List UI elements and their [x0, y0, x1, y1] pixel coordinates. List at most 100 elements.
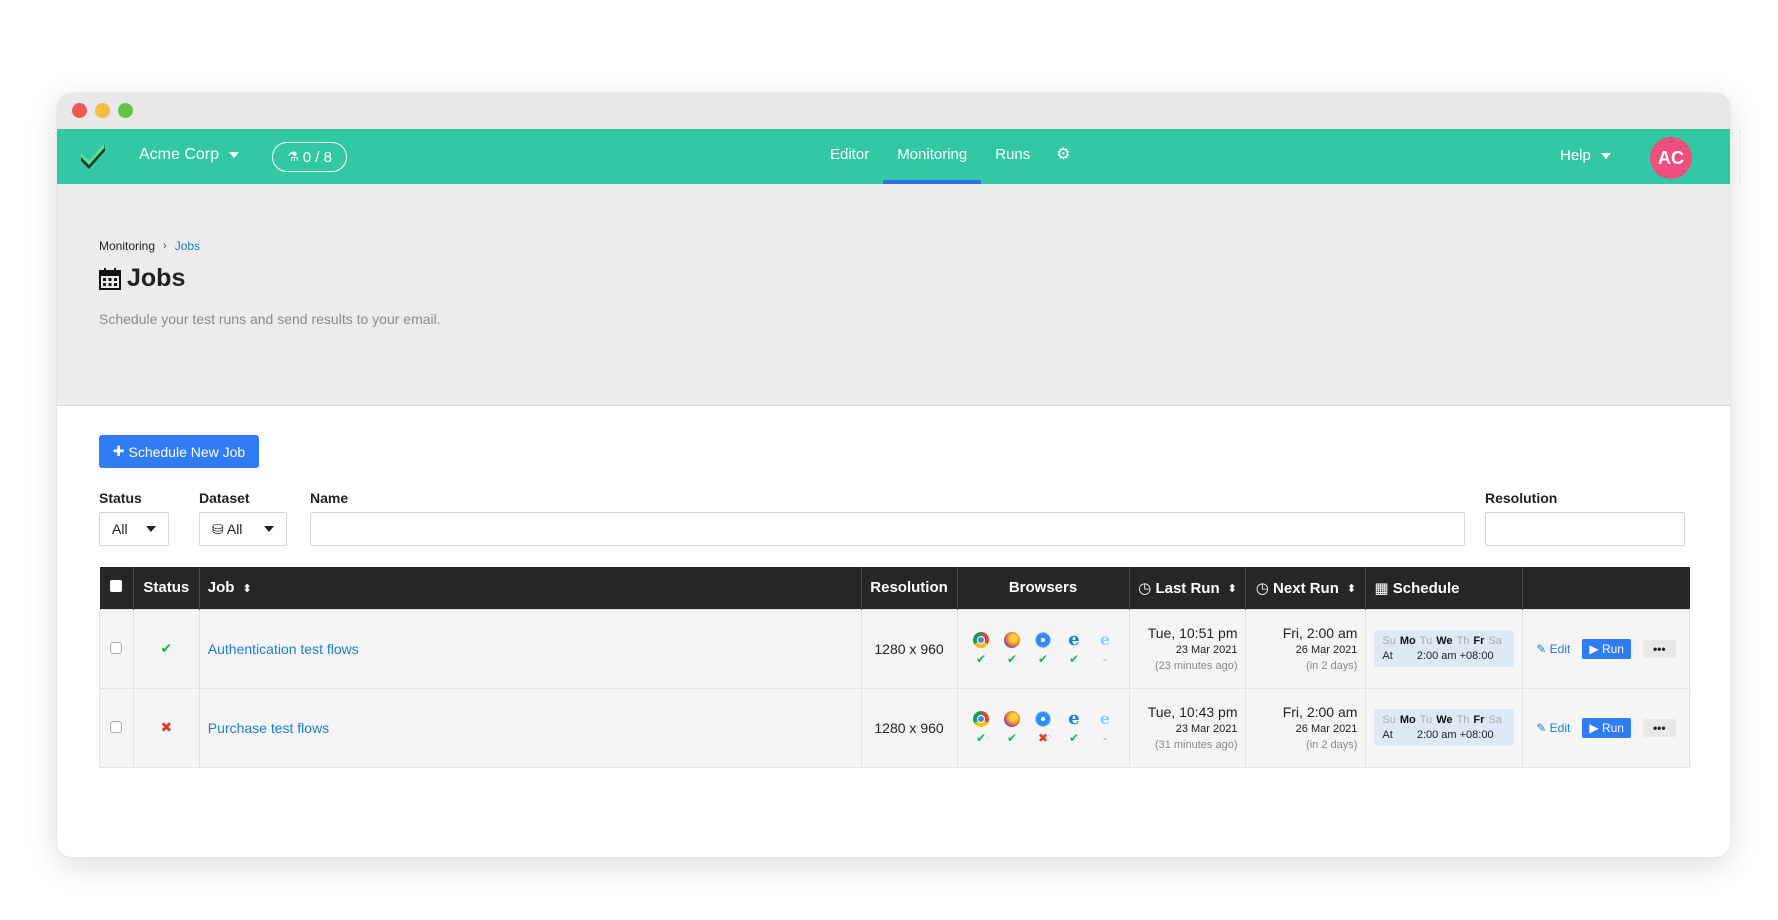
actions-header — [1522, 567, 1690, 609]
edit-button[interactable]: ✎ Edit — [1536, 721, 1570, 735]
next-run-header[interactable]: ◷ Next Run ⬍ — [1245, 567, 1367, 609]
nav-editor[interactable]: Editor — [816, 129, 883, 184]
minimize-window-button[interactable] — [95, 103, 110, 118]
browsers-header: Browsers — [957, 567, 1130, 609]
row-checkbox[interactable] — [110, 641, 123, 654]
ie-icon: e — [1099, 629, 1111, 649]
status-filter-select[interactable]: All — [99, 512, 169, 546]
day-wednesday: We — [1436, 714, 1453, 726]
chrome-result: ✔ — [975, 651, 987, 666]
job-name-link[interactable]: Authentication test flows — [198, 608, 862, 689]
schedule-at-time: 2:00 am +08:00 — [1416, 650, 1494, 662]
nav-runs[interactable]: Runs — [981, 129, 1044, 184]
dataset-filter-select[interactable]: ⛁ All — [199, 512, 287, 546]
next-run-in: (in 2 days) — [1306, 660, 1358, 672]
nav-monitoring[interactable]: Monitoring — [883, 129, 982, 184]
table-row: ✔ Authentication test flows 1280 x 960 e… — [99, 608, 1691, 689]
table-header-row: Status Job ⬍ Resolution Browsers ◷ Last R… — [99, 567, 1690, 609]
more-options-icon[interactable]: ••• — [1642, 718, 1676, 737]
browser-window: Acme Corp ⚗ 0 / 8 Editor Monitoring Runs… — [57, 93, 1730, 857]
dataset-filter-value-wrap: ⛁ All — [212, 521, 242, 538]
edge-result: ✔ — [1068, 730, 1080, 745]
pencil-icon: ✎ — [1536, 720, 1547, 735]
row-select-cell — [99, 687, 134, 768]
browsers-cell: e e ✔ ✔ ✖ ✔ - — [956, 687, 1130, 768]
schedule-days: Su Mo Tu We Th Fr Sa — [1382, 714, 1505, 726]
actions-cell: ✎ Edit ▶ Run ••• — [1521, 608, 1691, 689]
breadcrumb-monitoring[interactable]: Monitoring — [99, 239, 155, 253]
schedule-at-time: 2:00 am +08:00 — [1416, 729, 1494, 741]
firefox-icon — [1004, 631, 1021, 648]
avatar[interactable]: AC — [1650, 137, 1692, 179]
jobs-table: Status Job ⬍ Resolution Browsers ◷ Last R… — [99, 567, 1691, 768]
job-name-link[interactable]: Purchase test flows — [198, 687, 862, 768]
chevron-down-icon — [229, 152, 240, 158]
schedule-new-job-button[interactable]: ✚ Schedule New Job — [99, 435, 259, 468]
status-filter-label: Status — [99, 490, 142, 506]
safari-result: ✔ — [1037, 651, 1049, 666]
sort-icon: ⬍ — [1227, 583, 1237, 596]
select-all-checkbox[interactable] — [110, 580, 123, 593]
status-filter-value: All — [112, 521, 128, 537]
status-failed-icon: ✖ — [132, 687, 200, 768]
status-passed-icon: ✔ — [132, 608, 200, 689]
run-button[interactable]: ▶ Run — [1582, 717, 1631, 738]
firefox-result: ✔ — [1006, 651, 1018, 666]
chevron-down-icon — [264, 526, 274, 532]
row-select-cell — [99, 608, 134, 689]
day-saturday: Sa — [1488, 714, 1502, 726]
help-label: Help — [1560, 147, 1591, 164]
play-icon: ▶ — [1589, 720, 1599, 735]
name-filter-label: Name — [310, 490, 349, 506]
app-logo-icon[interactable] — [79, 143, 107, 169]
firefox-icon — [1004, 710, 1021, 727]
page-title: Jobs — [99, 264, 185, 293]
breadcrumb: Monitoring › Jobs — [99, 239, 200, 253]
org-switcher[interactable]: Acme Corp — [139, 146, 240, 164]
window-titlebar — [57, 93, 1730, 129]
dataset-filter-label: Dataset — [199, 490, 250, 506]
run-label: Run — [1601, 641, 1624, 656]
gear-icon[interactable]: ⚙ — [1044, 129, 1082, 184]
row-checkbox[interactable] — [110, 720, 123, 733]
day-thursday: Th — [1456, 714, 1470, 726]
last-run-date: 23 Mar 2021 — [1175, 644, 1238, 656]
database-icon: ⛁ — [212, 520, 224, 537]
next-run-date: 26 Mar 2021 — [1295, 644, 1358, 656]
name-filter-input[interactable] — [310, 512, 1465, 546]
test-quota-badge[interactable]: ⚗ 0 / 8 — [272, 142, 347, 172]
edge-result: ✔ — [1068, 651, 1080, 666]
run-button[interactable]: ▶ Run — [1582, 638, 1631, 659]
next-run-cell: Fri, 2:00 am 26 Mar 2021 (in 2 days) — [1245, 687, 1367, 768]
last-run-cell: Tue, 10:51 pm 23 Mar 2021 (23 minutes ag… — [1128, 608, 1247, 689]
schedule-summary: Su Mo Tu We Th Fr Sa At 2:00 am +08:00 — [1374, 709, 1514, 746]
chevron-down-icon — [1600, 152, 1611, 159]
day-friday: Fr — [1473, 635, 1485, 647]
pencil-icon: ✎ — [1536, 641, 1547, 656]
schedule-header-label: Schedule — [1392, 579, 1460, 597]
select-all-header — [99, 567, 134, 609]
next-run-in: (in 2 days) — [1306, 739, 1358, 751]
maximize-window-button[interactable] — [118, 103, 133, 118]
last-run-ago: (31 minutes ago) — [1154, 739, 1238, 751]
schedule-new-job-label: Schedule New Job — [128, 443, 246, 460]
help-menu[interactable]: Help — [1560, 147, 1611, 164]
resolution-filter-input[interactable] — [1485, 512, 1685, 546]
ie-result: - — [1103, 730, 1108, 745]
schedule-header: ▦ Schedule — [1365, 567, 1523, 609]
day-monday: Mo — [1399, 635, 1416, 647]
breadcrumb-jobs[interactable]: Jobs — [175, 239, 200, 253]
edit-label: Edit — [1549, 641, 1571, 656]
edit-button[interactable]: ✎ Edit — [1536, 642, 1570, 656]
top-navbar: Acme Corp ⚗ 0 / 8 Editor Monitoring Runs… — [57, 129, 1730, 184]
calendar-icon: ▦ — [1374, 579, 1389, 597]
more-options-icon[interactable]: ••• — [1642, 639, 1676, 658]
job-header[interactable]: Job ⬍ — [199, 567, 862, 609]
schedule-at: At 2:00 am +08:00 — [1382, 650, 1505, 662]
ie-result: - — [1103, 651, 1108, 666]
chrome-result: ✔ — [975, 730, 987, 745]
last-run-header[interactable]: ◷ Last Run ⬍ — [1129, 567, 1247, 609]
close-window-button[interactable] — [72, 103, 87, 118]
page-header: Monitoring › Jobs Jobs Schedule your tes… — [57, 184, 1730, 406]
schedule-cell: Su Mo Tu We Th Fr Sa At 2:00 am +08:00 — [1365, 687, 1523, 768]
